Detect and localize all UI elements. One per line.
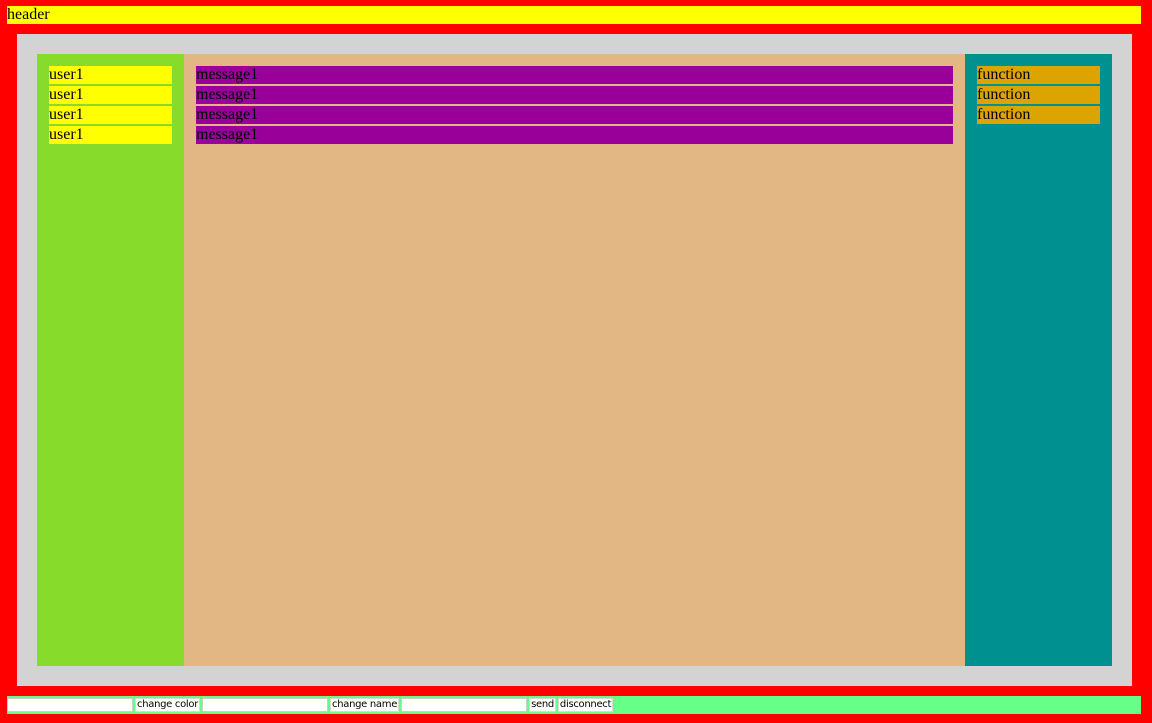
message-list: message1 message1 message1 message1 <box>196 66 953 146</box>
function-item[interactable]: function <box>977 66 1100 84</box>
user-item[interactable]: user1 <box>49 106 172 124</box>
message-item: message1 <box>196 126 953 144</box>
message-item: message1 <box>196 86 953 104</box>
users-panel: user1 user1 user1 user1 <box>37 54 184 666</box>
footer-bar: change color change name send disconnect <box>7 696 1141 714</box>
color-input[interactable] <box>7 698 133 712</box>
messages-panel: message1 message1 message1 message1 <box>184 54 965 666</box>
main-container: user1 user1 user1 user1 message1 message… <box>17 34 1132 686</box>
header-bar: header <box>7 6 1141 24</box>
function-list: function function function <box>977 66 1100 126</box>
user-item[interactable]: user1 <box>49 126 172 144</box>
message-item: message1 <box>196 66 953 84</box>
function-item[interactable]: function <box>977 86 1100 104</box>
disconnect-button[interactable]: disconnect <box>557 698 614 712</box>
functions-panel: function function function <box>965 54 1112 666</box>
user-item[interactable]: user1 <box>49 66 172 84</box>
user-item[interactable]: user1 <box>49 86 172 104</box>
name-input[interactable] <box>202 698 329 712</box>
message-item: message1 <box>196 106 953 124</box>
function-item[interactable]: function <box>977 106 1100 124</box>
header-title: header <box>7 6 50 23</box>
change-name-button[interactable]: change name <box>330 698 400 712</box>
change-color-button[interactable]: change color <box>135 698 201 712</box>
user-list: user1 user1 user1 user1 <box>49 66 172 146</box>
message-input[interactable] <box>401 698 528 712</box>
send-button[interactable]: send <box>529 698 556 712</box>
